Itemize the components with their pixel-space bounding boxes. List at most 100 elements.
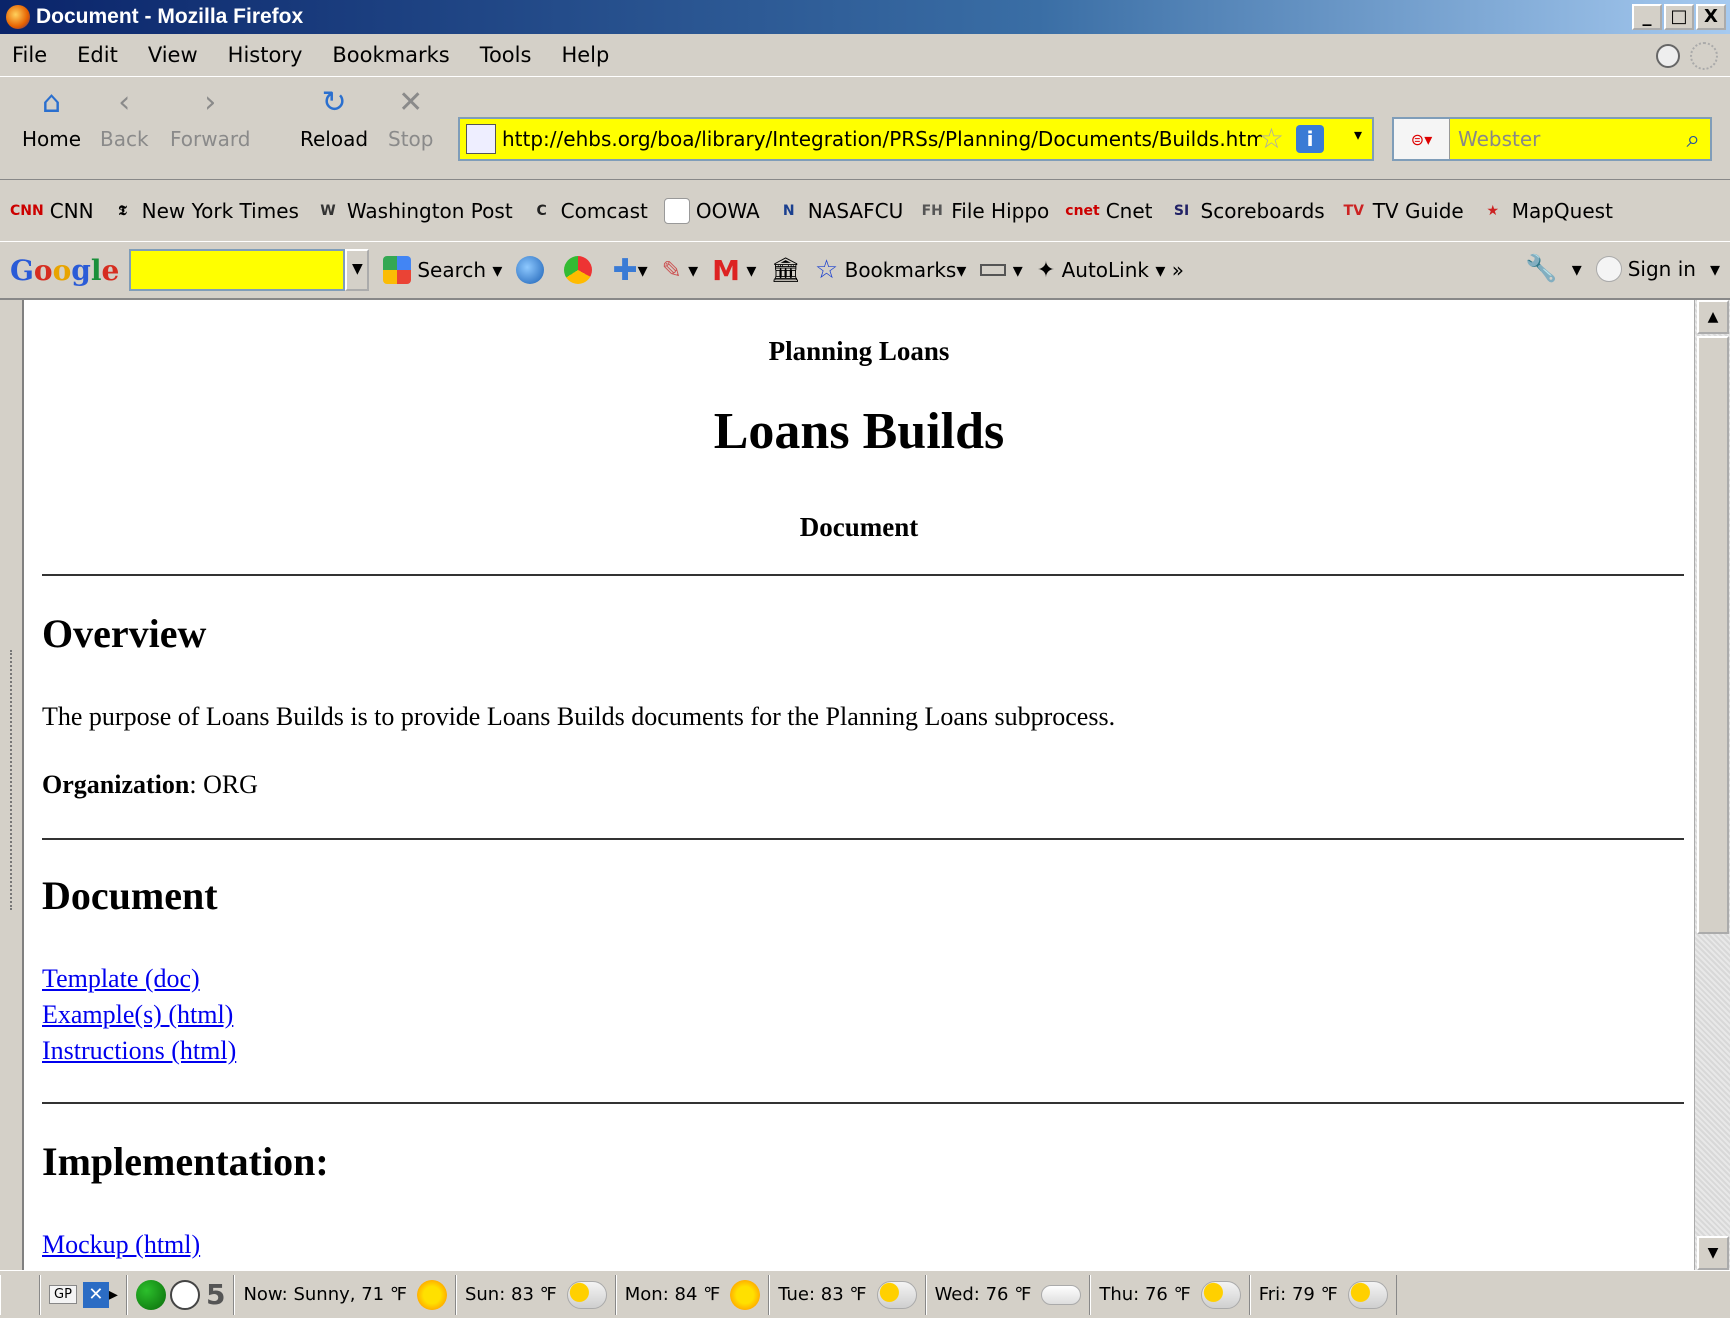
weather-segment[interactable]: Mon: 84 ℉ [615, 1274, 770, 1315]
sign-in-button[interactable]: Sign in [1595, 256, 1696, 282]
bookmark-item[interactable]: FH File Hippo [919, 198, 1050, 224]
bookmark-item[interactable]: SI Scoreboards [1169, 198, 1325, 224]
menu-history[interactable]: History [228, 43, 303, 67]
weather-segment[interactable]: Thu: 76 ℉ [1090, 1274, 1250, 1315]
divider [42, 574, 1684, 576]
google-search-button[interactable]: Search ▾ [383, 256, 502, 284]
account-icon[interactable] [1656, 44, 1680, 68]
info-icon[interactable]: i [1296, 125, 1324, 153]
gp-icon[interactable]: GP [49, 1285, 77, 1304]
bookmark-star-icon[interactable]: ☆ [1259, 123, 1284, 155]
document-heading: Document [42, 873, 218, 918]
globe-icon [516, 256, 545, 284]
site-favicon-icon [466, 124, 496, 154]
weather-label: Wed: 76 ℉ [934, 1284, 1032, 1305]
implementation-heading: Implementation: [42, 1139, 329, 1184]
translate-button[interactable]: ✎ ▾ [662, 256, 699, 284]
bookmark-item[interactable]: ★ MapQuest [1480, 198, 1612, 224]
google-search-input[interactable] [129, 249, 346, 291]
xmarks-icon[interactable]: ✕ [82, 1281, 109, 1308]
bookmark-icon [663, 197, 690, 224]
reload-button[interactable]: ↻ Reload [300, 83, 368, 151]
scroll-down-arrow-icon[interactable]: ▼ [1697, 1236, 1729, 1270]
bookmark-item[interactable]: W Washington Post [315, 198, 512, 224]
overflow-chevron[interactable]: » [1172, 258, 1184, 282]
page-content: Planning Loans Loans Builds Document Ove… [22, 300, 1694, 1270]
field-button[interactable]: ▾ [980, 258, 1023, 282]
gmail-icon: M [712, 253, 741, 287]
bookmark-item[interactable]: OOWA [663, 197, 760, 224]
weather-segment[interactable]: Tue: 83 ℉ [769, 1274, 926, 1315]
count-badge[interactable]: 5 [206, 1278, 225, 1311]
bookmark-item[interactable]: CNN CNN [10, 198, 94, 224]
bookmark-item[interactable]: N NASAFCU [776, 198, 903, 224]
google-toolbar: Google ▼ Search ▾ ✚ ▾ ✎ ▾ M ▾ 🏛 ☆ Bookmar… [0, 242, 1730, 300]
wrench-dropdown-icon[interactable]: ▾ [1572, 257, 1582, 281]
minimize-button[interactable]: _ [1632, 4, 1662, 30]
sidebar-grip[interactable] [10, 650, 16, 910]
field-icon [980, 264, 1007, 276]
google-bookmarks-button[interactable]: ☆ Bookmarks ▾ [815, 255, 966, 285]
weather-segment[interactable]: Now: Sunny, 71 ℉ [234, 1274, 456, 1315]
google-logo[interactable]: Google [10, 254, 119, 287]
search-go-icon[interactable]: ⌕ [1687, 125, 1700, 153]
weather-segment[interactable]: Sun: 83 ℉ [455, 1274, 616, 1315]
star-icon: ☆ [814, 255, 839, 285]
menu-tools[interactable]: Tools [480, 43, 532, 67]
menu-view[interactable]: View [148, 43, 198, 67]
forward-label: Forward [170, 127, 251, 151]
stop-button[interactable]: ✕ Stop [388, 83, 433, 151]
menu-file[interactable]: File [12, 43, 47, 67]
clock-icon[interactable] [169, 1279, 200, 1310]
bookmark-label: Comcast [560, 198, 648, 223]
bookmark-item[interactable]: TV TV Guide [1341, 198, 1464, 224]
status-empty [0, 1274, 40, 1315]
bookmark-item[interactable]: 𝕿 New York Times [110, 198, 299, 224]
back-button[interactable]: ‹ Back [100, 83, 149, 151]
google-earth-button[interactable] [516, 256, 550, 284]
template-link[interactable]: Template (doc) [42, 964, 200, 994]
url-text[interactable]: http://ehbs.org/boa/library/Integration/… [502, 127, 1262, 151]
picasa-button[interactable] [564, 256, 598, 284]
sign-in-dropdown-icon[interactable]: ▾ [1710, 257, 1720, 281]
address-bar[interactable]: http://ehbs.org/boa/library/Integration/… [458, 117, 1374, 161]
bookmark-label: Scoreboards [1200, 198, 1325, 223]
menu-help[interactable]: Help [561, 43, 609, 67]
instructions-link[interactable]: Instructions (html) [42, 1036, 236, 1066]
examples-link[interactable]: Example(s) (html) [42, 1000, 233, 1030]
vertical-scrollbar[interactable]: ▲ ▼ [1694, 300, 1730, 1270]
page-kicker: Planning Loans [768, 336, 950, 366]
scroll-thumb[interactable] [1697, 336, 1729, 934]
menu-bookmarks[interactable]: Bookmarks [332, 43, 449, 67]
bookmark-item[interactable]: C Comcast [529, 198, 648, 224]
google-search-dropdown[interactable]: ▼ [345, 249, 370, 291]
search-input[interactable]: Webster [1458, 127, 1687, 151]
gmail-button[interactable]: M ▾ [712, 254, 756, 287]
bank-button[interactable]: 🏛 [770, 256, 800, 284]
url-dropdown-icon[interactable]: ▾ [1354, 125, 1362, 144]
search-engine-icon[interactable]: ⊜▾ [1394, 119, 1450, 159]
maximize-button[interactable]: □ [1664, 4, 1694, 30]
bookmark-item[interactable]: cnet Cnet [1065, 198, 1152, 224]
wand-icon: ✦ [1036, 257, 1056, 283]
window-title: Document - Mozilla Firefox [36, 5, 304, 28]
bookmark-icon: 𝕿 [118, 202, 127, 219]
forward-button[interactable]: › Forward [170, 83, 250, 151]
sign-in-label: Sign in [1627, 257, 1696, 281]
plus-button[interactable]: ✚ ▾ [612, 253, 647, 288]
autolink-button[interactable]: ✦ AutoLink ▾ » [1037, 258, 1184, 283]
close-button[interactable]: X [1696, 4, 1726, 30]
status-addons: GP ✕ ▸ [40, 1274, 127, 1315]
scroll-up-arrow-icon[interactable]: ▲ [1697, 300, 1729, 334]
pencil-icon: ✎ [661, 256, 682, 284]
mockup-link[interactable]: Mockup (html) [42, 1230, 200, 1260]
weather-segment[interactable]: Fri: 79 ℉ [1249, 1274, 1397, 1315]
green-status-icon[interactable] [135, 1279, 166, 1310]
search-box[interactable]: ⊜▾ Webster ⌕ [1392, 117, 1712, 161]
sun-icon [730, 1279, 761, 1310]
home-button[interactable]: ⌂ Home [22, 83, 81, 151]
weather-segment[interactable]: Wed: 76 ℉ [925, 1274, 1091, 1315]
organization-value: : ORG [189, 770, 258, 799]
menu-edit[interactable]: Edit [77, 43, 118, 67]
wrench-icon[interactable]: 🔧 [1525, 254, 1557, 284]
